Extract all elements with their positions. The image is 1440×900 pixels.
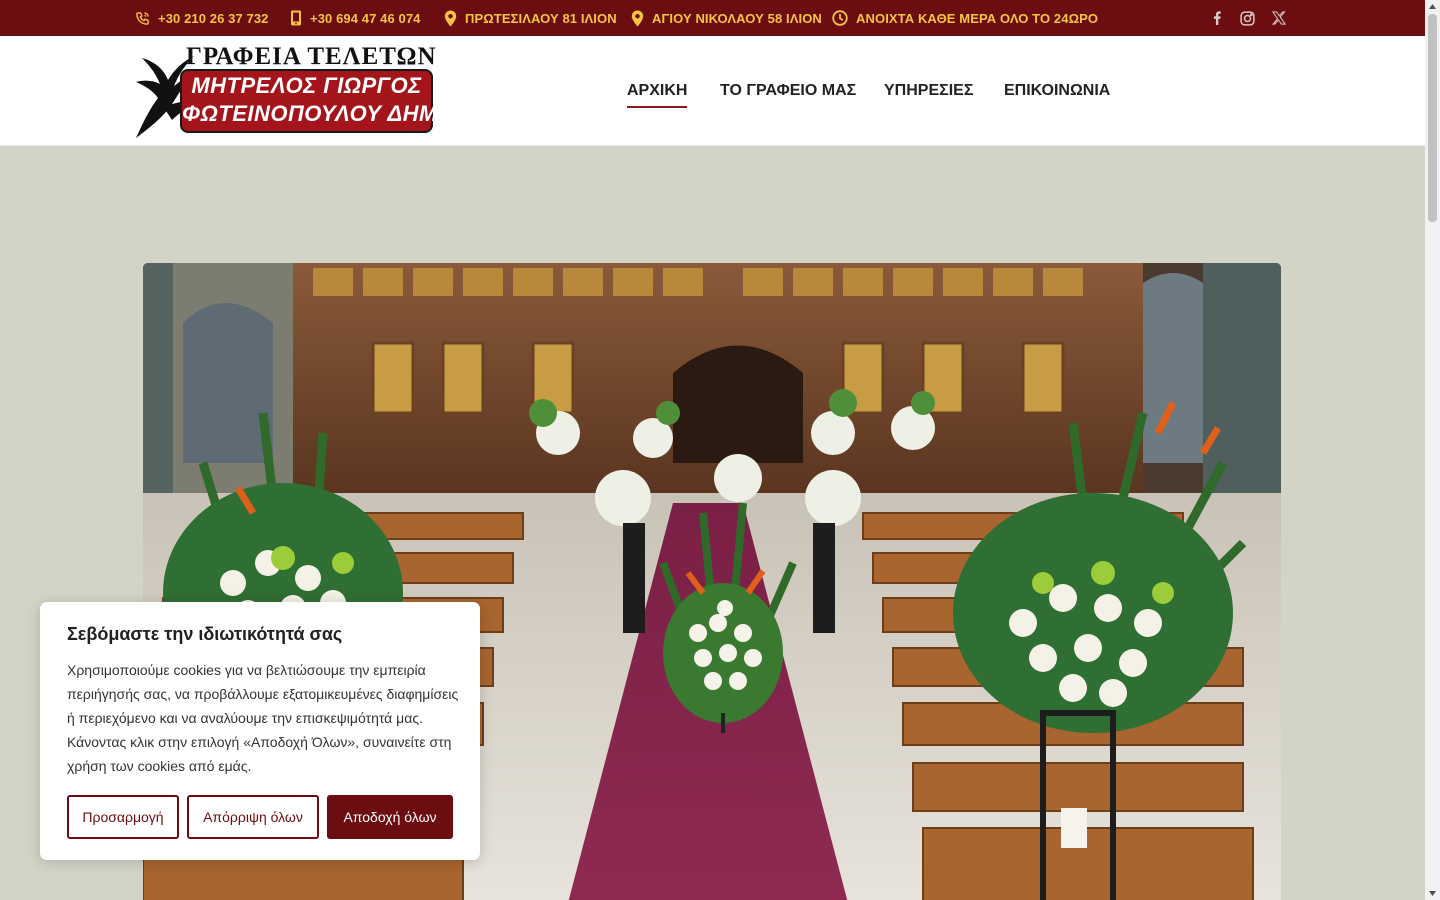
hours-info: ΑΝΟΙΧΤΑ ΚΑΘΕ ΜΕΡΑ ΟΛΟ ΤΟ 24ΩΡΟ: [832, 0, 1098, 36]
nav-contact[interactable]: ΕΠΙΚΟΙΝΩΝΙΑ: [1004, 36, 1110, 146]
clock-icon: [832, 10, 848, 26]
logo-name-box: ΜΗΤΡΕΛΟΣ ΓΙΩΡΓΟΣ ΦΩΤΕΙΝΟΠΟΥΛΟΥ ΔΗΜΗΤΡΑ: [180, 69, 499, 133]
mobile-contact[interactable]: +30 694 47 46 074: [290, 0, 421, 36]
customize-button[interactable]: Προσαρμογή: [67, 795, 179, 839]
address1-text: ΠΡΩΤΕΣΙΛΑΟΥ 81 ΙΛΙΟΝ: [465, 10, 617, 26]
hours-text: ΑΝΟΙΧΤΑ ΚΑΘΕ ΜΕΡΑ ΟΛΟ ΤΟ 24ΩΡΟ: [856, 10, 1099, 26]
map-pin-icon: [444, 10, 457, 26]
nav-our-office[interactable]: ΤΟ ΓΡΑΦΕΙΟ ΜΑΣ: [720, 36, 856, 146]
top-bar: +30 210 26 37 732 +30 694 47 46 074 ΠΡΩΤ…: [0, 0, 1425, 36]
phone-contact[interactable]: +30 210 26 37 732: [135, 0, 269, 36]
address2-contact[interactable]: ΑΓΙΟΥ ΝΙΚΟΛΑΟΥ 58 ΙΛΙΟΝ: [631, 0, 822, 36]
nav-services[interactable]: ΥΠΗΡΕΣΙΕΣ: [884, 36, 973, 146]
facebook-icon: [1213, 11, 1221, 25]
logo-line2: ΦΩΤΕΙΝΟΠΟΥΛΟΥ ΔΗΜΗΤΡΑ: [182, 101, 499, 126]
facebook-link[interactable]: [1212, 0, 1222, 36]
address2-text: ΑΓΙΟΥ ΝΙΚΟΛΑΟΥ 58 ΙΛΙΟΝ: [652, 10, 822, 26]
page-scrollbar[interactable]: [1425, 0, 1440, 900]
scroll-down-arrow-icon[interactable]: [1428, 889, 1437, 897]
nav-home[interactable]: ΑΡΧΙΚΗ: [627, 36, 688, 146]
phone2-text: +30 694 47 46 074: [310, 10, 421, 26]
cookie-text: Χρησιμοποιούμε cookies για να βελτιώσουμ…: [67, 662, 459, 774]
x-twitter-icon: [1272, 11, 1286, 25]
instagram-link[interactable]: [1240, 0, 1255, 36]
scroll-up-arrow-icon[interactable]: [1428, 3, 1437, 11]
x-twitter-link[interactable]: [1272, 0, 1286, 36]
map-pin-icon: [631, 10, 644, 26]
phone-icon: [136, 11, 149, 25]
phone1-text: +30 210 26 37 732: [158, 10, 269, 26]
address1-contact[interactable]: ΠΡΩΤΕΣΙΛΑΟΥ 81 ΙΛΙΟΝ: [444, 0, 617, 36]
site-header: ΓΡΑΦΕΙΑ ΤΕΛΕΤΩΝ ΜΗΤΡΕΛΟΣ ΓΙΩΡΓΟΣ ΦΩΤΕΙΝΟ…: [0, 36, 1425, 146]
site-logo[interactable]: ΓΡΑΦΕΙΑ ΤΕΛΕΤΩΝ ΜΗΤΡΕΛΟΣ ΓΙΩΡΓΟΣ ΦΩΤΕΙΝΟ…: [134, 43, 499, 138]
reject-all-button[interactable]: Απόρριψη όλων: [187, 795, 319, 839]
cookie-consent-banner: Σεβόμαστε την ιδιωτικότητά σας Χρησιμοπο…: [40, 602, 480, 860]
cookie-title: Σεβόμαστε την ιδιωτικότητά σας: [67, 624, 343, 644]
accept-all-button[interactable]: Αποδοχή όλων: [327, 795, 453, 839]
logo-line1: ΜΗΤΡΕΛΟΣ ΓΙΩΡΓΟΣ: [191, 73, 422, 98]
instagram-icon: [1240, 10, 1255, 26]
scrollbar-thumb[interactable]: [1428, 14, 1437, 222]
logo-title: ΓΡΑΦΕΙΑ ΤΕΛΕΤΩΝ: [186, 43, 437, 70]
mobile-icon: [291, 10, 301, 26]
